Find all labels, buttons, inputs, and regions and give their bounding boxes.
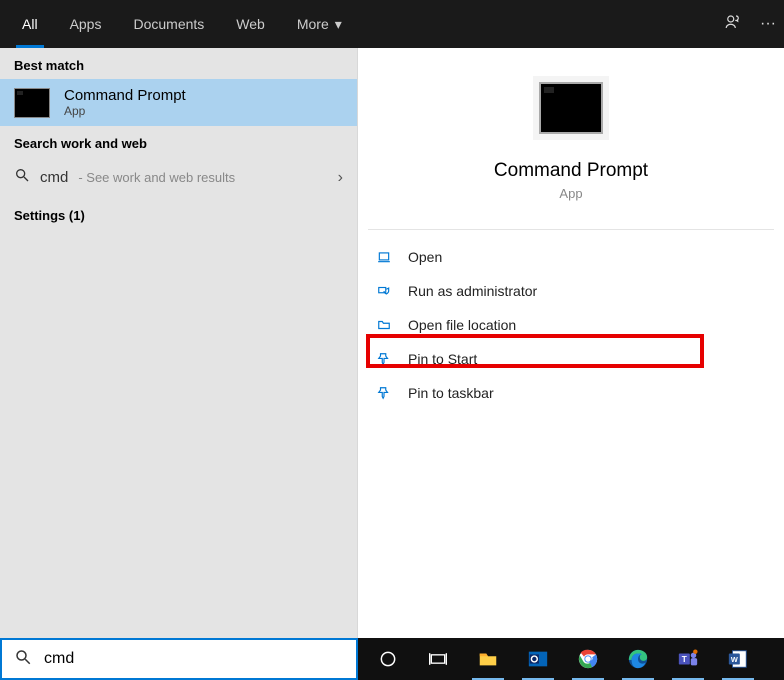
search-term: cmd: [40, 169, 68, 186]
taskbar: T W: [358, 638, 784, 680]
command-prompt-icon: [14, 88, 50, 118]
divider: [368, 229, 774, 230]
best-match-result[interactable]: Command Prompt App: [0, 79, 357, 126]
action-label: Run as administrator: [408, 283, 537, 299]
chrome-icon[interactable]: [564, 638, 612, 680]
svg-text:T: T: [682, 655, 687, 664]
action-pin-to-taskbar[interactable]: Pin to taskbar: [362, 376, 780, 410]
search-icon: [14, 648, 32, 671]
feedback-icon[interactable]: [724, 13, 742, 36]
folder-icon: [376, 318, 392, 332]
pin-icon: [376, 386, 392, 400]
web-search-suggestion[interactable]: cmd - See work and web results ›: [0, 157, 357, 198]
file-explorer-icon[interactable]: [464, 638, 512, 680]
word-icon[interactable]: W: [714, 638, 762, 680]
action-run-as-administrator[interactable]: Run as administrator: [362, 274, 780, 308]
best-match-heading: Best match: [0, 48, 357, 79]
search-web-heading: Search work and web: [0, 126, 357, 157]
detail-title: Command Prompt: [370, 160, 772, 182]
search-filter-tabbar: All Apps Documents Web More ▾ ···: [0, 0, 784, 48]
action-label: Open file location: [408, 317, 516, 333]
search-icon: [14, 167, 30, 188]
action-label: Pin to Start: [408, 351, 477, 367]
outlook-icon[interactable]: [514, 638, 562, 680]
detail-panel: Command Prompt App Open Run as administr…: [358, 48, 784, 638]
chevron-right-icon: ›: [338, 169, 343, 187]
more-options-icon[interactable]: ···: [760, 15, 776, 33]
result-title: Command Prompt: [64, 87, 186, 104]
detail-kind: App: [370, 186, 772, 201]
search-hint: - See work and web results: [78, 170, 235, 185]
edge-icon[interactable]: [614, 638, 662, 680]
action-open[interactable]: Open: [362, 240, 780, 274]
tab-label: More: [297, 16, 329, 32]
action-open-file-location[interactable]: Open file location: [362, 308, 780, 342]
action-label: Pin to taskbar: [408, 385, 494, 401]
pin-icon: [376, 352, 392, 366]
action-list: Open Run as administrator Open file loca…: [358, 240, 784, 410]
search-input-bar[interactable]: [0, 638, 358, 680]
open-icon: [376, 250, 392, 264]
settings-results-heading[interactable]: Settings (1): [0, 198, 357, 233]
svg-text:W: W: [731, 655, 738, 664]
chevron-down-icon: ▾: [335, 16, 342, 33]
tab-label: Web: [236, 16, 265, 32]
tab-web[interactable]: Web: [220, 0, 281, 48]
action-label: Open: [408, 249, 442, 265]
results-panel: Best match Command Prompt App Search wor…: [0, 48, 358, 638]
admin-shield-icon: [376, 284, 392, 298]
tab-more[interactable]: More ▾: [281, 0, 358, 48]
action-pin-to-start[interactable]: Pin to Start: [362, 342, 780, 376]
command-prompt-icon: [539, 82, 603, 134]
tab-apps[interactable]: Apps: [54, 0, 118, 48]
teams-icon[interactable]: T: [664, 638, 712, 680]
result-kind: App: [64, 104, 186, 118]
search-input[interactable]: [44, 650, 344, 668]
task-view-icon[interactable]: [414, 638, 462, 680]
cortana-icon[interactable]: [364, 638, 412, 680]
tab-documents[interactable]: Documents: [117, 0, 220, 48]
tab-label: All: [22, 16, 38, 32]
tab-label: Apps: [70, 16, 102, 32]
tab-all[interactable]: All: [6, 0, 54, 48]
tab-label: Documents: [133, 16, 204, 32]
